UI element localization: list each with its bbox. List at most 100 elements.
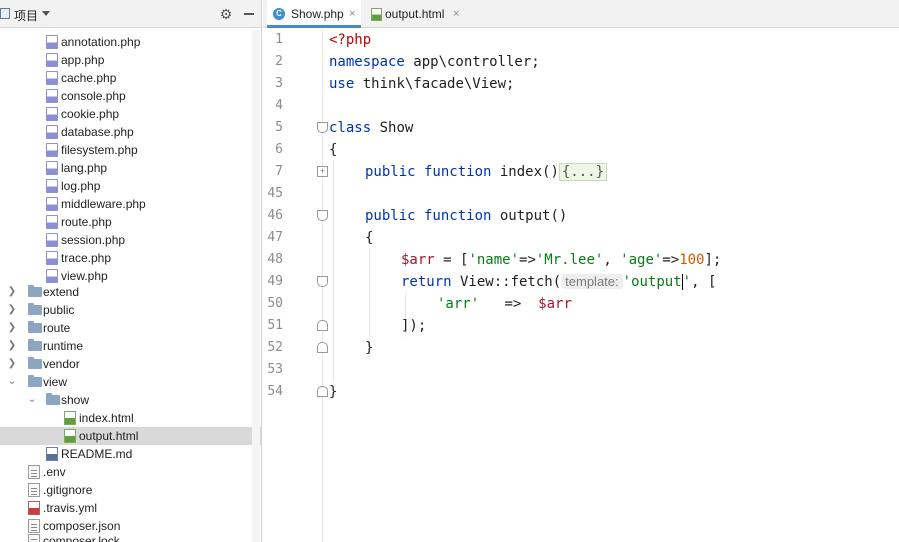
html-file-icon (64, 411, 76, 425)
chevron-right-icon[interactable]: ❯ (7, 337, 17, 355)
php-file-icon (46, 197, 58, 211)
php-file-icon (46, 125, 58, 139)
php-file-icon (46, 161, 58, 175)
tab-show-php[interactable]: C Show.php × (267, 0, 361, 28)
tree-item-log-php[interactable]: log.php (0, 177, 261, 195)
tree-item-composer-lock[interactable]: composer.lock (0, 532, 261, 542)
html-file-icon (64, 429, 76, 443)
fold-end-icon[interactable] (317, 320, 328, 331)
php-file-icon (46, 269, 58, 283)
php-class-icon: C (273, 8, 285, 20)
folded-code-placeholder[interactable]: {...} (558, 163, 608, 181)
code-line-50: 'arr' => $arr (437, 296, 572, 312)
gear-icon[interactable]: ⚙ (218, 6, 234, 22)
tree-item-annotation-php[interactable]: annotation.php (0, 33, 261, 51)
line-number: 6 (275, 142, 283, 157)
fold-icon[interactable] (317, 122, 328, 133)
tree-item-middleware-php[interactable]: middleware.php (0, 195, 261, 213)
code-line-1: <?php (329, 32, 372, 48)
line-number: 3 (275, 76, 283, 91)
indent-guide (333, 161, 334, 381)
close-icon[interactable]: × (349, 0, 355, 28)
tree-item-runtime[interactable]: ❯ runtime (0, 337, 261, 355)
line-number: 52 (267, 340, 283, 355)
line-number: 51 (267, 318, 283, 333)
line-number: 4 (275, 98, 283, 113)
tree-item-travis-yml[interactable]: .travis.yml (0, 499, 261, 517)
chevron-right-icon[interactable]: ❯ (7, 283, 17, 301)
php-file-icon (46, 89, 58, 103)
fold-icon[interactable] (317, 276, 328, 287)
code-line-54: } (329, 384, 338, 400)
tree-item-extend[interactable]: ❯ extend (0, 283, 261, 301)
code-line-51: ]); (401, 318, 427, 334)
project-icon (0, 8, 10, 19)
tree-item-lang-php[interactable]: lang.php (0, 159, 261, 177)
php-file-icon (46, 179, 58, 193)
tree-item-vendor[interactable]: ❯ vendor (0, 355, 261, 373)
tree-item-database-php[interactable]: database.php (0, 123, 261, 141)
fold-end-icon[interactable] (317, 342, 328, 353)
folder-icon (28, 375, 42, 387)
chevron-right-icon[interactable]: ❯ (7, 301, 17, 319)
line-number: 2 (275, 54, 283, 69)
close-icon[interactable]: × (453, 0, 459, 28)
fold-icon[interactable] (317, 210, 328, 221)
line-number: 53 (267, 362, 283, 377)
line-number: 50 (267, 296, 283, 311)
tree-scrollbar[interactable] (252, 30, 260, 542)
line-number: 49 (267, 274, 283, 289)
line-number: 47 (267, 230, 283, 245)
minimize-icon[interactable] (244, 13, 254, 15)
expand-icon[interactable]: + (317, 166, 328, 177)
chevron-down-icon[interactable]: ⌄ (7, 373, 17, 391)
fold-end-icon[interactable] (317, 386, 328, 397)
code-editor[interactable]: 1 2 3 4 5 6 7 45 46 47 48 49 50 51 52 53… (263, 29, 899, 542)
project-panel: 项目 ⚙ annotation.php app.php cache.php co… (0, 0, 262, 542)
code-line-46: public function output() (365, 208, 568, 224)
php-file-icon (46, 143, 58, 157)
code-line-7: public function index() {...} (365, 161, 608, 183)
chevron-right-icon[interactable]: ❯ (7, 355, 17, 373)
tree-item-show[interactable]: ⌄ show (0, 391, 261, 409)
tree-item-output-html[interactable]: output.html (0, 427, 261, 445)
chevron-down-icon[interactable] (42, 11, 50, 16)
code-line-47: { (365, 230, 374, 246)
tab-output-html[interactable]: output.html × (365, 0, 465, 28)
code-line-5: class Show (329, 120, 414, 136)
tree-item-filesystem-php[interactable]: filesystem.php (0, 141, 261, 159)
folder-icon (28, 321, 42, 333)
php-file-icon (46, 215, 58, 229)
tree-item-console-php[interactable]: console.php (0, 87, 261, 105)
tree-item-app-php[interactable]: app.php (0, 51, 261, 69)
folder-icon (28, 357, 42, 369)
tree-item-gitignore[interactable]: .gitignore (0, 481, 261, 499)
code-line-3: use think\facade\View; (329, 76, 515, 92)
folder-icon (28, 303, 42, 315)
php-file-icon (46, 35, 58, 49)
tree-item-cookie-php[interactable]: cookie.php (0, 105, 261, 123)
project-panel-title[interactable]: 项目 (14, 7, 38, 24)
tree-item-view[interactable]: ⌄ view (0, 373, 261, 391)
folder-icon (28, 285, 42, 297)
php-file-icon (46, 71, 58, 85)
tree-item-readme[interactable]: README.md (0, 445, 261, 463)
tree-item-cache-php[interactable]: cache.php (0, 69, 261, 87)
code-line-6: { (329, 142, 338, 158)
text-file-icon (28, 534, 40, 542)
tree-item-env[interactable]: .env (0, 463, 261, 481)
tree-item-index-html[interactable]: index.html (0, 409, 261, 427)
tree-item-route[interactable]: ❯ route (0, 319, 261, 337)
tree-item-public[interactable]: ❯ public (0, 301, 261, 319)
chevron-right-icon[interactable]: ❯ (7, 319, 17, 337)
php-file-icon (46, 107, 58, 121)
tree-item-route-php[interactable]: route.php (0, 213, 261, 231)
text-file-icon (28, 483, 40, 497)
text-file-icon (28, 519, 40, 533)
php-file-icon (46, 233, 58, 247)
line-number: 54 (267, 384, 283, 399)
code-line-52: } (365, 340, 374, 356)
tree-item-trace-php[interactable]: trace.php (0, 249, 261, 267)
chevron-down-icon[interactable]: ⌄ (27, 391, 37, 409)
tree-item-session-php[interactable]: session.php (0, 231, 261, 249)
